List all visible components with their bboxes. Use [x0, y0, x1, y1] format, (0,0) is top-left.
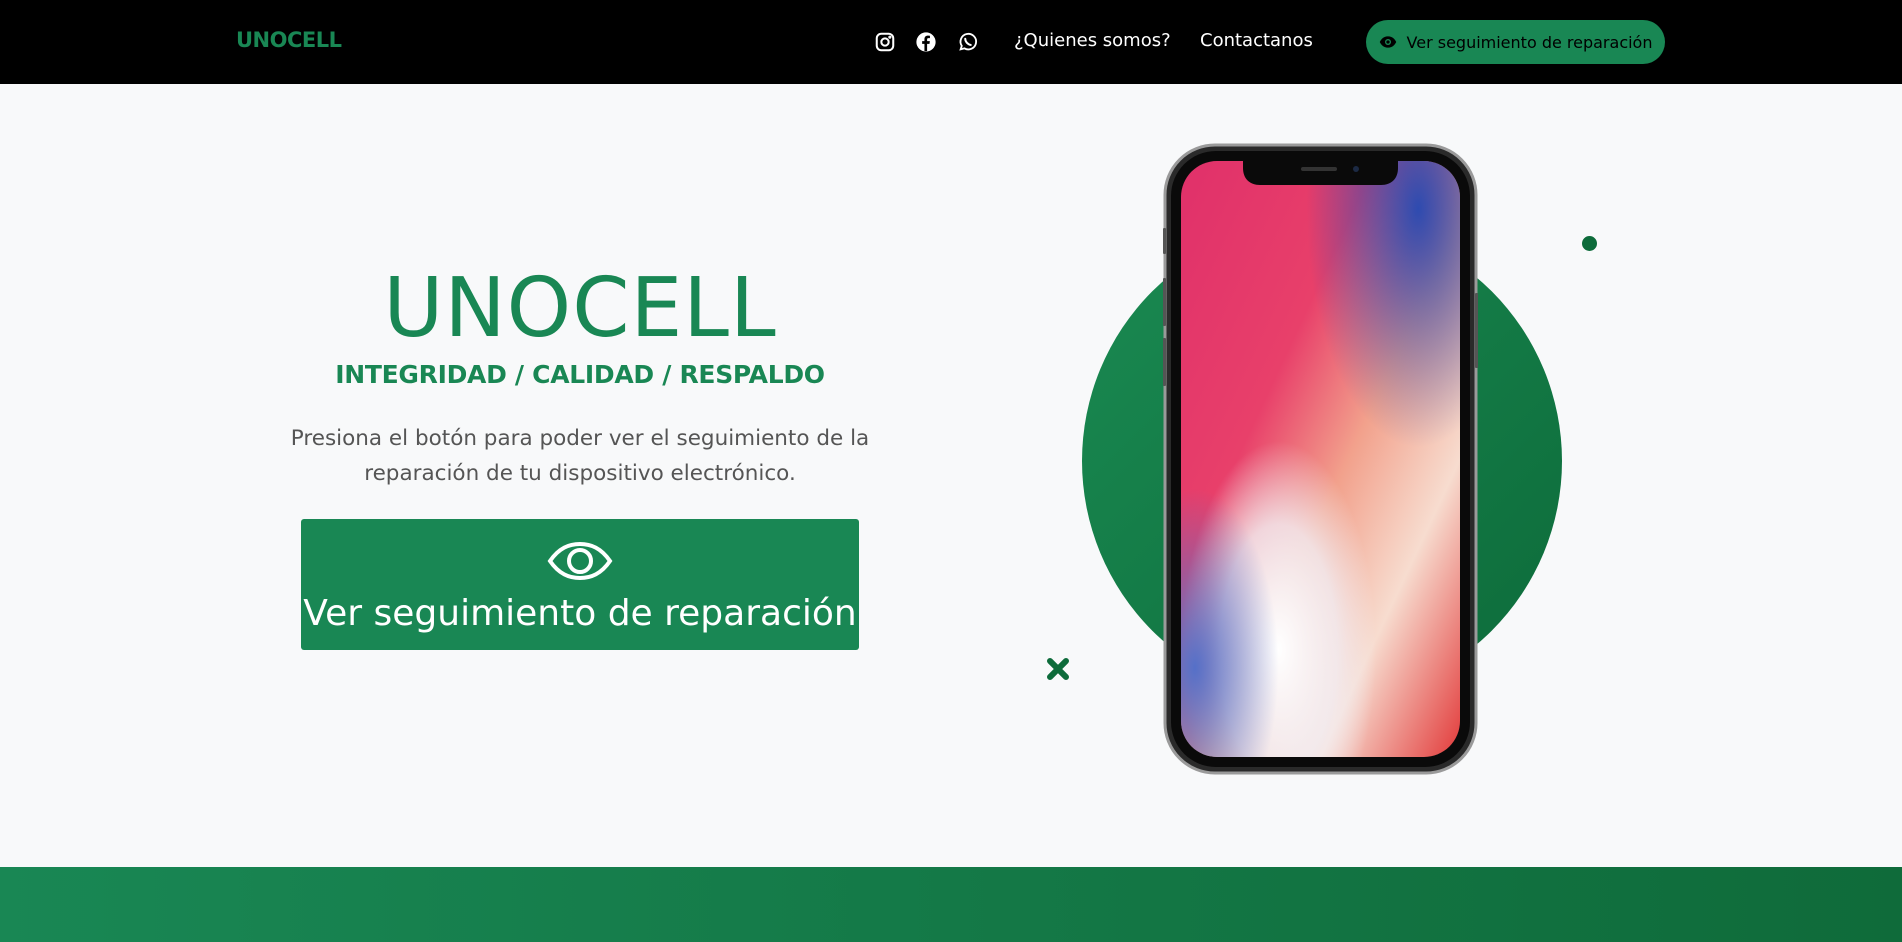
eye-icon	[547, 541, 613, 581]
nav-tracking-button-label: Ver seguimiento de reparación	[1406, 32, 1653, 52]
smartphone-illustration	[1163, 143, 1478, 775]
hero-subtitle: INTEGRIDAD / CALIDAD / RESPALDO	[335, 360, 825, 389]
footer-band	[0, 867, 1902, 942]
decorative-cross-icon	[1047, 658, 1069, 680]
decorative-dot	[1582, 236, 1597, 251]
tracking-button-label: Ver seguimiento de reparación	[303, 593, 857, 634]
facebook-icon[interactable]	[914, 30, 938, 54]
tracking-button[interactable]: Ver seguimiento de reparación	[301, 519, 859, 650]
nav-link-contactanos[interactable]: Contactanos	[1200, 30, 1313, 51]
eye-icon	[1379, 36, 1396, 48]
brand-logo[interactable]: UNOCELL	[236, 28, 342, 52]
hero-description: Presiona el botón para poder ver el segu…	[290, 426, 870, 486]
whatsapp-icon[interactable]	[956, 30, 980, 54]
nav-tracking-button[interactable]: Ver seguimiento de reparación	[1366, 20, 1665, 64]
hero-title: UNOCELL	[383, 261, 777, 356]
navbar: UNOCELL ¿Quienes somos? Contactanos Ver …	[0, 0, 1902, 84]
instagram-icon[interactable]	[873, 30, 897, 54]
nav-link-quienes-somos[interactable]: ¿Quienes somos?	[1014, 30, 1171, 51]
